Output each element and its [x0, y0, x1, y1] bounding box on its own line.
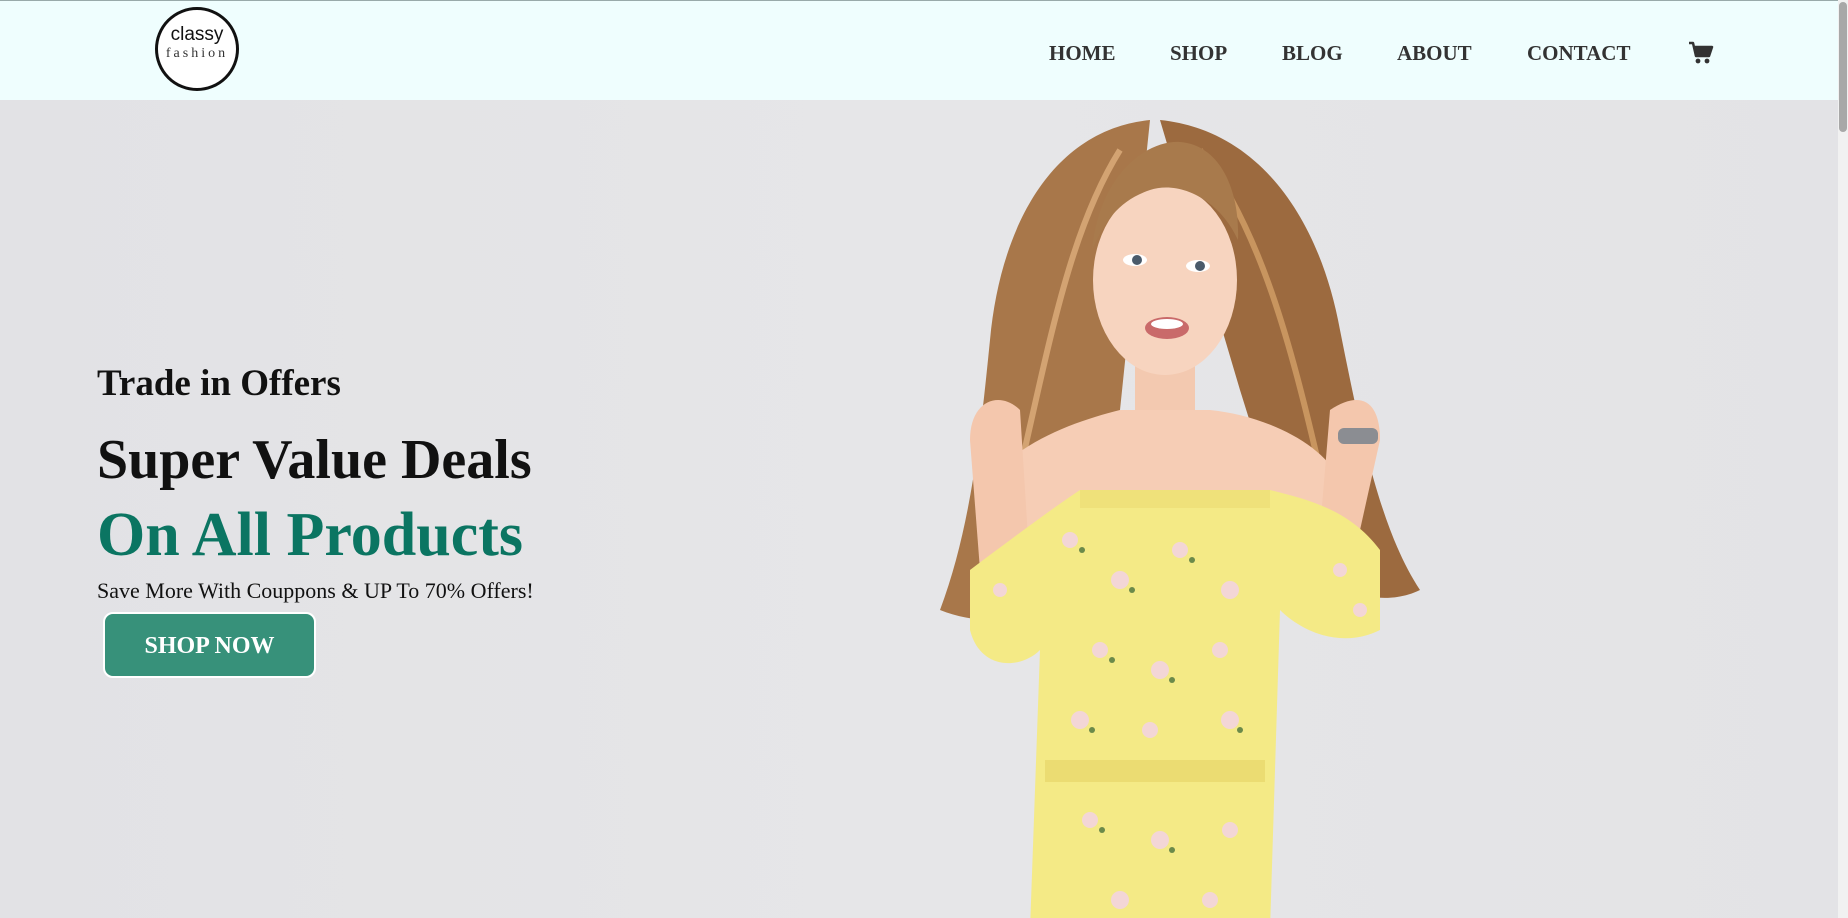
cart-icon[interactable]	[1688, 41, 1714, 65]
hero-model-image	[820, 110, 1540, 918]
brand-logo[interactable]: classy fashion	[155, 7, 239, 91]
site-header: classy fashion HOME SHOP BLOG ABOUT CONT…	[0, 0, 1838, 100]
scrollbar-thumb[interactable]	[1839, 2, 1847, 132]
hero-headline-accent: On All Products	[97, 501, 524, 569]
nav-about-link[interactable]: ABOUT	[1397, 41, 1472, 66]
logo-text-secondary: fashion	[165, 46, 229, 61]
hero-subtext: Save More With Couppons & UP To 70% Offe…	[97, 578, 534, 603]
page: classy fashion HOME SHOP BLOG ABOUT CONT…	[0, 0, 1848, 918]
hero-eyebrow: Trade in Offers	[97, 363, 341, 404]
nav-home-link[interactable]: HOME	[1049, 41, 1116, 66]
nav-shop-link[interactable]: SHOP	[1170, 41, 1227, 66]
logo-text-primary: classy	[170, 24, 224, 45]
shop-now-button[interactable]: SHOP NOW	[103, 612, 316, 678]
hero-headline: Super Value Deals	[97, 429, 532, 491]
nav-blog-link[interactable]: BLOG	[1282, 41, 1343, 66]
page-scrollbar[interactable]	[1838, 0, 1848, 918]
nav-contact-link[interactable]: CONTACT	[1527, 41, 1630, 66]
hero-banner: Trade in Offers Super Value Deals On All…	[0, 100, 1838, 918]
